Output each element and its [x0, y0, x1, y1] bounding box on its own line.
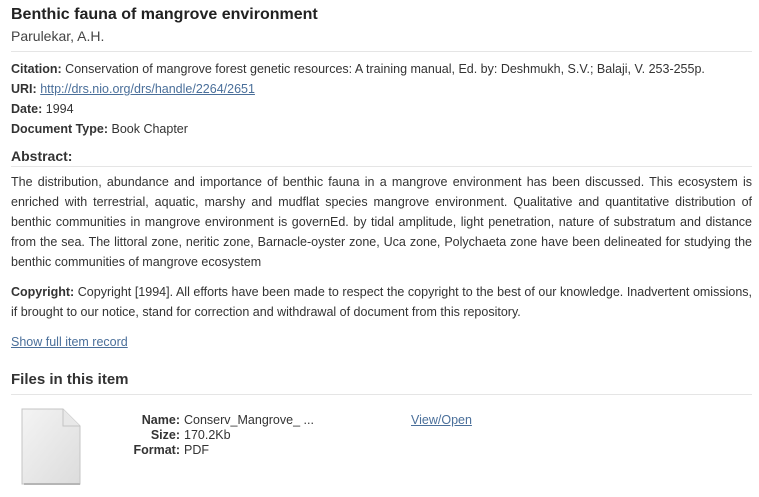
file-properties: Name: Conserv_Mangrove_ ... Size: 170.2Kb … — [116, 413, 314, 458]
view-open-link[interactable]: View/Open — [411, 413, 472, 428]
divider — [11, 51, 752, 52]
file-name-row: Name: Conserv_Mangrove_ ... — [116, 413, 314, 428]
file-icon[interactable] — [19, 407, 83, 487]
citation-row: Citation: Conservation of mangrove fores… — [11, 59, 752, 79]
file-size-value: 170.2Kb — [184, 428, 231, 442]
abstract-text: The distribution, abundance and importan… — [11, 175, 752, 269]
citation-label: Citation: — [11, 62, 62, 76]
document-type-label: Document Type: — [11, 122, 108, 136]
file-row: Name: Conserv_Mangrove_ ... Size: 170.2Kb … — [11, 395, 752, 485]
copyright-label: Copyright: — [11, 285, 75, 299]
file-size-row: Size: 170.2Kb — [116, 428, 314, 443]
files-heading: Files in this item — [11, 371, 129, 388]
document-type-row: Document Type: Book Chapter — [11, 119, 752, 139]
item-page: Benthic fauna of mangrove environment Pa… — [11, 5, 752, 485]
file-name-label: Name: — [141, 413, 180, 427]
file-size-label: Size: — [150, 428, 180, 442]
file-format-row: Format: PDF — [116, 443, 314, 458]
copyright-text: Copyright [1994]. All efforts have been … — [11, 285, 752, 319]
uri-row: URI: http://drs.nio.org/drs/handle/2264/… — [11, 79, 752, 99]
citation-value: Conservation of mangrove forest genetic … — [65, 62, 705, 76]
date-value: 1994 — [45, 102, 74, 116]
file-format-label: Format: — [133, 443, 180, 457]
divider — [11, 166, 752, 167]
date-row: Date: 1994 — [11, 99, 752, 119]
copyright-block: Copyright: Copyright [1994]. All efforts… — [11, 282, 752, 322]
file-name-value: Conserv_Mangrove_ ... — [184, 413, 314, 427]
item-author: Parulekar, A.H. — [11, 28, 105, 44]
abstract-heading: Abstract: — [11, 148, 73, 164]
item-title: Benthic fauna of mangrove environment — [11, 6, 318, 23]
show-full-record-link[interactable]: Show full item record — [11, 332, 128, 352]
date-label: Date: — [11, 102, 43, 116]
uri-label: URI: — [11, 82, 37, 96]
uri-link[interactable]: http://drs.nio.org/drs/handle/2264/2651 — [40, 82, 255, 96]
document-type-value: Book Chapter — [111, 122, 188, 136]
file-format-value: PDF — [184, 443, 209, 457]
